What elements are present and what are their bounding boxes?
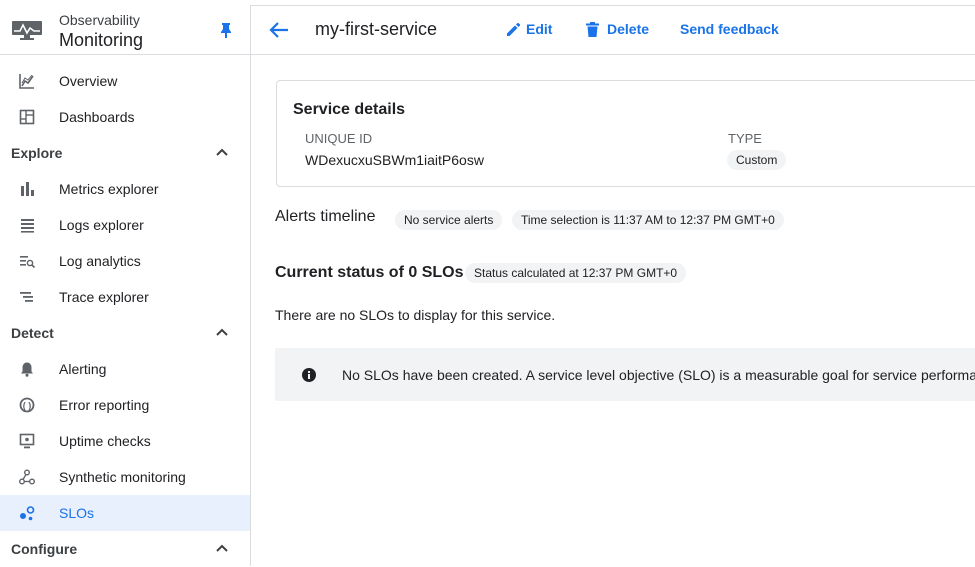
monitoring-logo-icon [12,21,42,40]
chevron-up-icon [216,328,228,336]
sidebar-item-label: Overview [59,73,118,89]
monitor-icon [19,433,35,449]
error-reporting-icon: ( ) [19,397,35,413]
sidebar-item-synthetic-monitoring[interactable]: Synthetic monitoring [0,459,250,495]
overview-icon [19,74,34,89]
sidebar-item-label: SLOs [59,505,95,521]
sidebar-item-error-reporting[interactable]: ( ) Error reporting [0,387,250,423]
type-label: TYPE [728,131,762,146]
sidebar-item-label: Synthetic monitoring [59,469,186,485]
unique-id-value: WDexucxuSBWm1iaitP6osw [305,152,484,168]
sidebar-item-label: Error reporting [59,397,150,413]
search-list-icon [20,256,35,269]
product-family-label: Observability [59,12,140,28]
sidebar-item-overview[interactable]: Overview [0,63,250,99]
sidebar-item-uptime-checks[interactable]: Uptime checks [0,423,250,459]
time-selection-chip: Time selection is 11:37 AM to 12:37 PM G… [512,210,784,230]
chevron-up-icon [216,148,228,156]
section-label: Detect [11,325,54,341]
delete-button[interactable]: Delete [586,21,649,37]
edit-label: Edit [526,21,553,37]
type-chip: Custom [727,150,787,170]
synthetic-icon [19,469,35,485]
section-explore[interactable]: Explore [0,135,250,171]
section-detect[interactable]: Detect [0,315,250,351]
slo-icon [20,506,35,521]
sidebar-item-label: Trace explorer [59,289,149,305]
alerts-timeline-title: Alerts timeline [275,208,376,225]
product-title: Monitoring [59,30,144,50]
sidebar-item-label: Logs explorer [59,217,144,233]
delete-label: Delete [607,21,650,37]
svg-text:( ): ( ) [23,401,32,411]
empty-slo-message: There are no SLOs to display for this se… [275,307,556,323]
unique-id-label: UNIQUE ID [305,131,373,146]
sidebar-item-logs-explorer[interactable]: Logs explorer [0,207,250,243]
sidebar-item-trace-explorer[interactable]: Trace explorer [0,279,250,315]
pencil-icon [507,22,521,36]
product-header: Observability Monitoring [0,5,250,55]
service-details-card: Service details UNIQUE ID WDexucxuSBWm1i… [276,80,975,187]
status-calculated-chip: Status calculated at 12:37 PM GMT+0 [465,263,687,283]
sidebar-item-metrics-explorer[interactable]: Metrics explorer [0,171,250,207]
dashboards-icon [19,109,35,125]
info-banner-text: No SLOs have been created. A service lev… [342,367,975,383]
sidebar-item-log-analytics[interactable]: Log analytics [0,243,250,279]
bell-icon [21,362,33,377]
trash-icon [586,22,599,37]
chevron-up-icon [216,544,228,552]
send-feedback-button[interactable]: Send feedback [680,21,779,37]
section-label: Explore [11,145,63,161]
pin-icon[interactable] [219,22,233,38]
sidebar-item-label: Log analytics [59,253,141,269]
section-configure[interactable]: Configure [0,531,250,567]
service-details-title: Service details [293,101,406,118]
info-icon [302,368,316,382]
sidebar-item-dashboards[interactable]: Dashboards [0,99,250,135]
info-banner: No SLOs have been created. A service lev… [275,348,975,401]
alerts-status-chip: No service alerts [395,210,503,230]
arrow-back-icon[interactable] [269,21,289,39]
page-header: my-first-service Edit Delete Send feedba… [251,5,975,55]
sidebar-item-slos[interactable]: SLOs [0,495,250,531]
sidebar-item-label: Metrics explorer [59,181,159,197]
bar-chart-icon [21,182,34,196]
sidebar: Observability Monitoring Overview Dashbo… [0,5,251,566]
edit-button[interactable]: Edit [506,21,552,37]
page-title: my-first-service [315,19,437,39]
sidebar-item-alerting[interactable]: Alerting [0,351,250,387]
list-icon [21,219,34,233]
sidebar-item-label: Alerting [59,361,107,377]
trace-icon [20,292,33,302]
section-label: Configure [11,541,78,557]
sidebar-item-label: Uptime checks [59,433,151,449]
sidebar-item-label: Dashboards [59,109,135,125]
slo-status-title: Current status of 0 SLOs [275,264,464,281]
